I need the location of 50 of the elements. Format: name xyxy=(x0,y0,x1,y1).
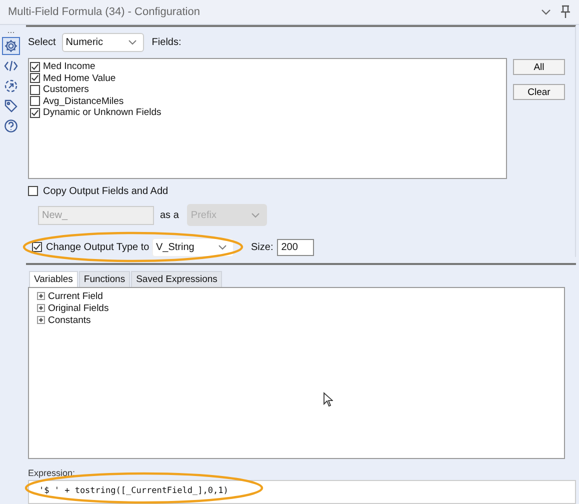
type-dropdown[interactable]: V_String xyxy=(152,238,234,256)
field-name: Med Home Value xyxy=(43,72,116,84)
as-label: as a xyxy=(160,210,179,220)
fields-label: Fields: xyxy=(152,36,182,48)
field-item[interactable]: Med Income xyxy=(30,61,505,72)
tab[interactable]: Functions xyxy=(78,271,130,287)
help-icon[interactable] xyxy=(2,117,20,135)
checkbox[interactable] xyxy=(30,84,40,95)
expand-icon[interactable] xyxy=(37,304,45,312)
checkbox[interactable] xyxy=(30,96,40,106)
field-name: Dynamic or Unknown Fields xyxy=(43,107,162,118)
tree-item[interactable]: Current Field xyxy=(48,290,103,302)
select-all-button[interactable]: All xyxy=(513,59,565,75)
field-item[interactable]: Med Home Value xyxy=(30,72,505,84)
field-item[interactable]: Avg_DistanceMiles xyxy=(30,96,505,107)
checkbox[interactable] xyxy=(32,242,42,252)
mouse-cursor-icon xyxy=(323,392,333,407)
expand-icon[interactable] xyxy=(37,316,45,324)
checkbox-label: Copy Output Fields and Add xyxy=(43,186,168,196)
tag-icon[interactable] xyxy=(2,97,20,115)
checkbox[interactable] xyxy=(30,73,40,84)
tab[interactable]: Saved Expressions xyxy=(131,271,222,287)
pin-icon[interactable] xyxy=(560,5,571,19)
chevron-down-icon xyxy=(250,212,260,218)
checkbox[interactable] xyxy=(30,108,40,118)
window-title: Multi-Field Formula (34) - Configuration xyxy=(8,6,201,18)
select-dropdown[interactable]: Numeric xyxy=(62,32,144,52)
expression-label: Expression: xyxy=(28,468,76,478)
field-item[interactable]: Customers xyxy=(30,84,505,96)
chevron-down-icon[interactable] xyxy=(541,9,551,15)
checkbox-label: Change Output Type to xyxy=(46,242,150,252)
expression-code: '$ ' + tostring([_CurrentField_],0,1) xyxy=(38,486,228,496)
more-dots[interactable]: ... xyxy=(7,25,15,35)
tree-item[interactable]: Original Fields xyxy=(48,302,109,314)
chevron-down-icon xyxy=(128,40,137,44)
tree-item[interactable]: Constants xyxy=(48,314,91,326)
field-name: Avg_DistanceMiles xyxy=(43,96,124,107)
chevron-down-icon xyxy=(218,244,227,250)
expand-icon[interactable] xyxy=(37,292,45,300)
field-name: Med Income xyxy=(43,61,96,72)
field-item[interactable]: Dynamic or Unknown Fields xyxy=(30,107,505,118)
expression-editor[interactable]: '$ ' + tostring([_CurrentField_],0,1) xyxy=(28,480,576,504)
select-label: Select xyxy=(28,36,56,48)
checkbox[interactable] xyxy=(30,62,40,72)
clear-button[interactable]: Clear xyxy=(513,84,565,100)
field-name: Customers xyxy=(43,84,89,96)
settings-icon[interactable] xyxy=(2,37,20,55)
size-label: Size: xyxy=(251,242,274,252)
size-input-field[interactable]: 200 xyxy=(277,238,314,256)
tab[interactable]: Variables xyxy=(29,271,78,287)
